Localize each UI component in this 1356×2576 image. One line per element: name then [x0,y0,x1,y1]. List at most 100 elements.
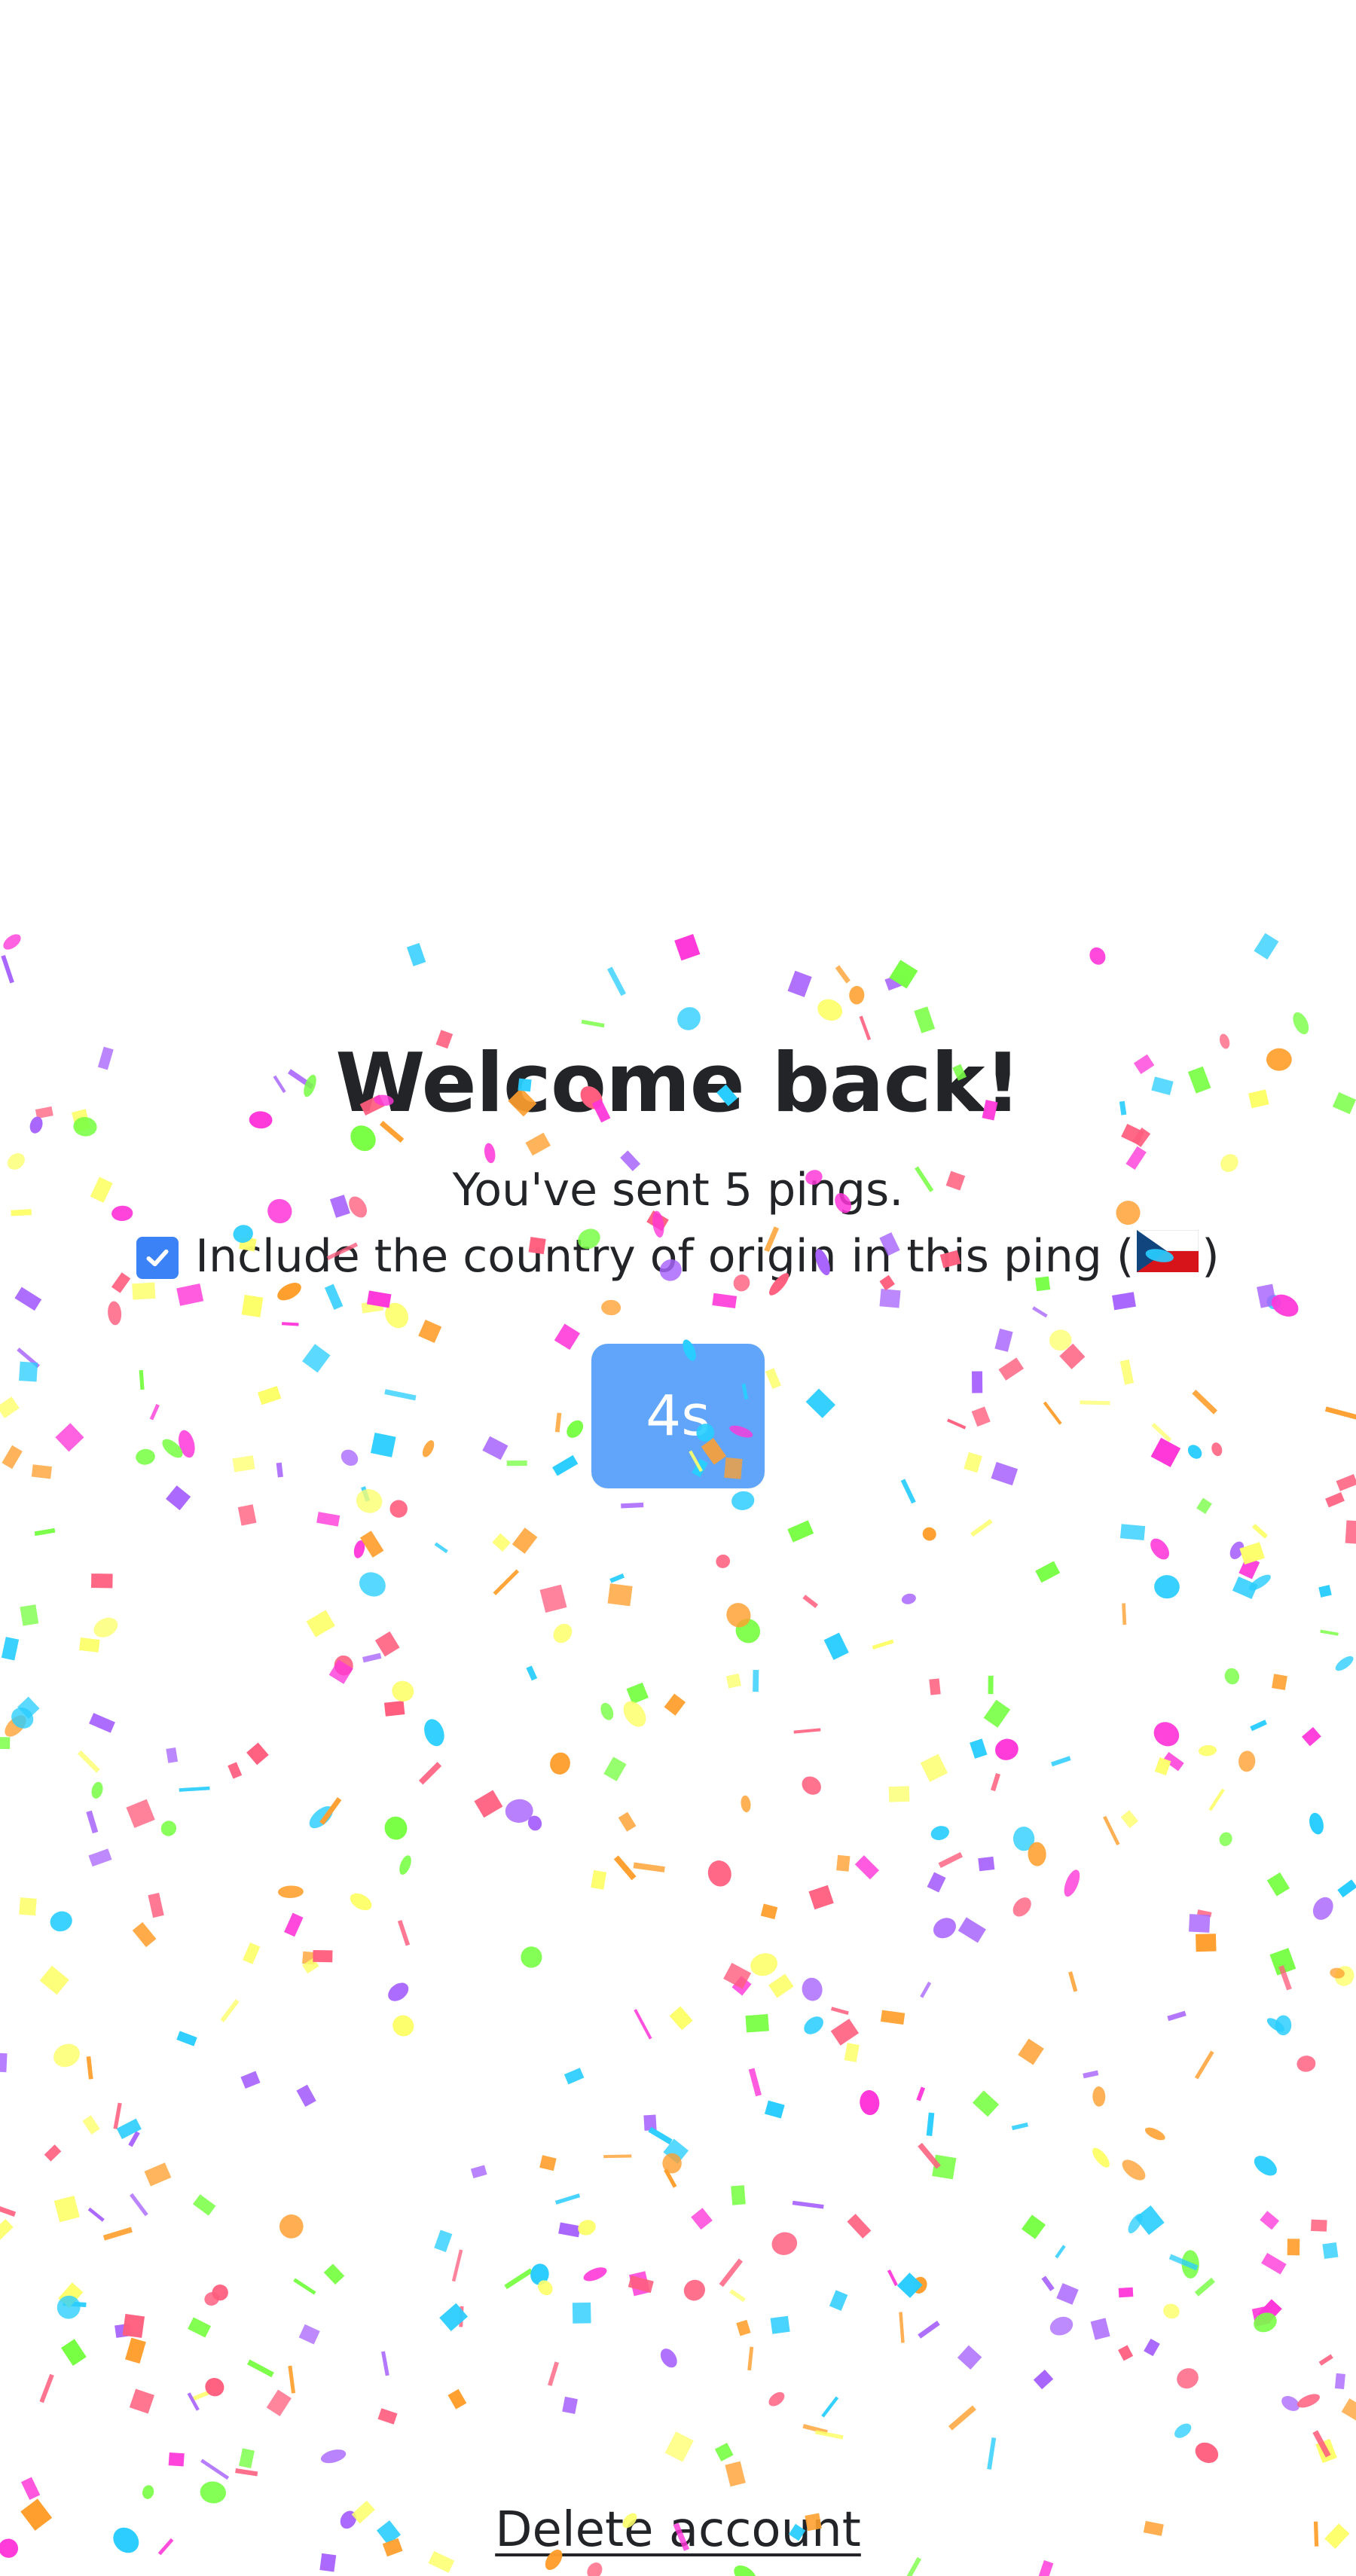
confetti-piece [166,1485,191,1511]
confetti-piece [220,1999,240,2022]
confetti-piece [58,2282,84,2309]
confetti-piece [716,1554,731,1568]
confetti-piece [747,2346,754,2371]
confetti-piece [0,2218,14,2242]
confetti-piece [753,1670,759,1692]
confetti-piece [88,1848,112,1867]
confetti-piece [563,2068,585,2085]
confetti-piece [0,2053,8,2073]
confetti-piece [451,2249,463,2282]
confetti-piece [1325,1492,1345,1508]
confetti-piece [578,2220,596,2236]
confetti-piece [829,2290,848,2312]
ping-button[interactable]: 4s [591,1343,765,1488]
confetti-piece [102,2227,133,2241]
confetti-piece [1119,1524,1146,1540]
confetti-piece [302,1958,319,1974]
confetti-piece [683,2279,705,2301]
confetti-piece [1238,1750,1256,1772]
confetti-piece [741,1795,751,1813]
confetti-piece [572,2302,591,2324]
confetti-piece [932,2154,957,2180]
confetti-piece [677,1007,701,1030]
confetti-piece [128,2131,140,2147]
confetti-piece [804,2016,823,2034]
confetti-piece [1232,1576,1258,1599]
confetti-piece [587,2562,603,2576]
confetti-piece [830,2019,860,2046]
confetti-piece [5,1715,26,1737]
confetti-piece [1318,1585,1332,1598]
confetti-piece [63,2300,87,2308]
confetti-piece [447,2388,467,2410]
confetti-piece [735,1619,761,1644]
confetti-piece [787,1520,814,1543]
confetti-piece [1301,1726,1321,1747]
confetti-piece [731,1976,752,1996]
czech-flag-icon [1136,1229,1199,1282]
confetti-piece [399,1855,411,1875]
delete-account-link[interactable]: Delete account [495,2502,861,2558]
confetti-piece [553,1623,573,1644]
confetti-piece [1153,1722,1180,1747]
confetti-piece [129,2388,154,2414]
confetti-piece [1197,1909,1212,1918]
confetti-piece [323,2263,345,2285]
confetti-piece [132,1921,157,1948]
confetti-piece [79,1637,100,1653]
confetti-piece [1055,2245,1066,2259]
confetti-piece [1118,2345,1134,2361]
confetti-piece [1118,2287,1134,2298]
confetti-piece [176,2031,197,2046]
confetti-piece [313,1949,333,1963]
confetti-piece [439,2303,469,2332]
confetti-piece [328,1659,353,1684]
confetti-piece [237,1504,257,1526]
confetti-piece [1033,2370,1054,2390]
confetti-piece [247,2359,274,2378]
confetti-piece [1287,2239,1300,2256]
confetti-piece [901,1593,916,1604]
confetti-piece [1035,1561,1061,1583]
confetti-piece [1012,1827,1035,1851]
confetti-piece [1334,1966,1354,1986]
confetti-piece [731,1491,755,1510]
confetti-piece [669,2006,693,2031]
confetti-piece [550,1752,570,1775]
confetti-piece [1337,1879,1356,1898]
confetti-piece [505,1799,533,1823]
confetti-piece [61,2339,87,2366]
confetti-piece [246,1742,269,1766]
confetti-piece [929,1678,941,1695]
confetti-piece [558,2222,581,2238]
confetti-piece [723,1962,752,1989]
include-country-checkbox[interactable] [136,1237,179,1280]
confetti-piece [729,2289,746,2303]
confetti-piece [200,2458,230,2480]
confetti-piece [470,2165,487,2179]
confetti-piece [995,1738,1019,1760]
confetti-piece [1144,2127,1165,2141]
confetti-piece [374,1631,400,1657]
confetti-piece [1318,2354,1333,2366]
confetti-piece [1311,2219,1327,2232]
confetti-piece [93,1617,118,1637]
include-country-option[interactable]: Include the country of origin in this pi… [136,1229,1220,1285]
confetti-piece [889,960,918,989]
page-title: Welcome back! [335,1036,1021,1131]
confetti-piece [771,2232,798,2255]
confetti-piece [988,1675,994,1695]
confetti-piece [1272,1674,1287,1690]
confetti-piece [938,1851,964,1868]
confetti-piece [1021,2214,1046,2239]
confetti-piece [1064,1869,1080,1897]
confetti-piece [1092,2086,1106,2107]
confetti-piece [504,2268,533,2290]
confetti-piece [912,2276,927,2294]
confetti-piece [130,2193,148,2217]
confetti-piece [554,2193,581,2205]
confetti-piece [633,1862,665,1872]
confetti-piece [1254,2312,1277,2333]
confetti-piece [205,2378,224,2397]
ping-count-text: You've sent 5 pings. [452,1163,904,1216]
